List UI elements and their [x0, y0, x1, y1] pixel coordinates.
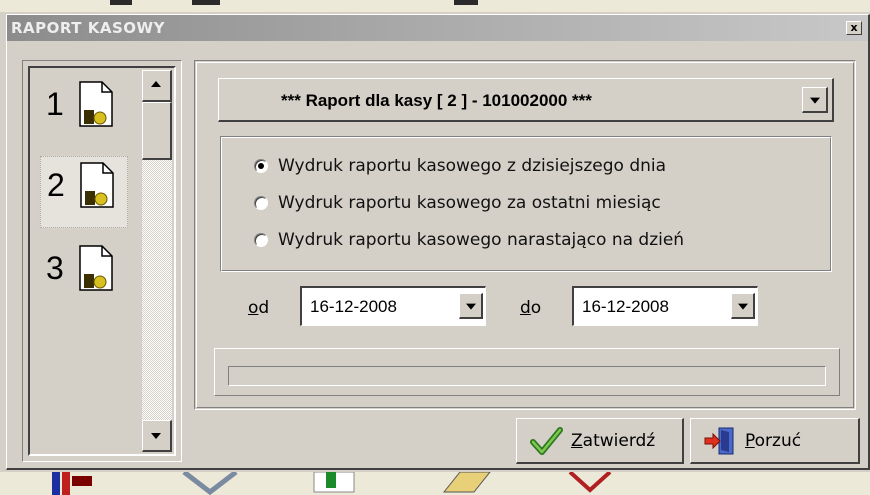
radio-button[interactable]	[254, 196, 268, 210]
cash-document-icon	[79, 245, 113, 291]
scroll-down-button[interactable]	[142, 420, 172, 452]
chevron-down-icon	[809, 97, 820, 104]
option-label: Wydruk raportu kasowego narastająco na d…	[278, 230, 685, 250]
option-last-month[interactable]: Wydruk raportu kasowego za ostatni miesi…	[254, 193, 661, 213]
register-number: 3	[46, 250, 64, 286]
title-bar[interactable]: RAPORT KASOWY x	[7, 15, 868, 41]
cash-document-icon	[80, 162, 114, 208]
checkmark-icon	[530, 426, 563, 455]
register-number: 2	[47, 167, 65, 203]
register-scrollbar[interactable]	[142, 70, 172, 452]
radio-button[interactable]	[254, 159, 268, 173]
to-date-value: 16-12-2008	[582, 297, 669, 316]
register-item-2[interactable]: 2	[40, 156, 128, 228]
to-date-field[interactable]: 16-12-2008	[572, 286, 758, 326]
desktop-strip-bottom	[0, 472, 870, 495]
window-title: RAPORT KASOWY	[11, 19, 165, 37]
from-date-dropdown-button[interactable]	[459, 293, 483, 319]
arrow-up-icon	[151, 81, 161, 87]
report-select-dropdown-button[interactable]	[802, 87, 828, 113]
toolbar-icon	[182, 472, 238, 495]
option-label: Wydruk raportu kasowego z dzisiejszego d…	[278, 156, 667, 176]
confirm-label: Zatwierdź	[571, 430, 656, 451]
register-list: 1 2 3	[28, 66, 176, 456]
to-date-dropdown-button[interactable]	[731, 293, 755, 319]
report-select-value: *** Raport dla kasy [ 2 ] - 101002000 **…	[281, 91, 592, 110]
close-button[interactable]: x	[846, 21, 862, 35]
to-date-label: do	[520, 298, 542, 318]
report-select[interactable]: *** Raport dla kasy [ 2 ] - 101002000 **…	[218, 78, 834, 122]
toolbar-icon	[313, 472, 355, 493]
toolbar-icon	[442, 472, 491, 493]
register-item-1[interactable]: 1	[40, 76, 128, 148]
confirm-button[interactable]: Zatwierdź	[516, 418, 684, 464]
desktop-strip-top	[0, 0, 870, 12]
from-date-label: od	[248, 298, 270, 318]
toolbar-icon	[52, 472, 92, 495]
cancel-button[interactable]: Porzuć	[690, 418, 860, 464]
scroll-thumb[interactable]	[142, 102, 172, 160]
arrow-down-icon	[151, 433, 161, 439]
toolbar-icon	[568, 472, 612, 493]
option-label: Wydruk raportu kasowego za ostatni miesi…	[278, 193, 661, 213]
option-today[interactable]: Wydruk raportu kasowego z dzisiejszego d…	[254, 156, 666, 176]
from-date-value: 16-12-2008	[310, 297, 397, 316]
scroll-up-button[interactable]	[142, 70, 172, 102]
chevron-down-icon	[465, 303, 476, 310]
chevron-down-icon	[737, 303, 748, 310]
from-date-field[interactable]: 16-12-2008	[300, 286, 486, 326]
register-number: 1	[46, 86, 64, 122]
exit-door-icon	[704, 427, 734, 454]
register-item-3[interactable]: 3	[40, 240, 128, 312]
cash-document-icon	[79, 81, 113, 127]
radio-button[interactable]	[254, 233, 268, 247]
progress-bar	[228, 366, 826, 386]
option-cumulative[interactable]: Wydruk raportu kasowego narastająco na d…	[254, 230, 684, 250]
cancel-label: Porzuć	[745, 430, 802, 451]
